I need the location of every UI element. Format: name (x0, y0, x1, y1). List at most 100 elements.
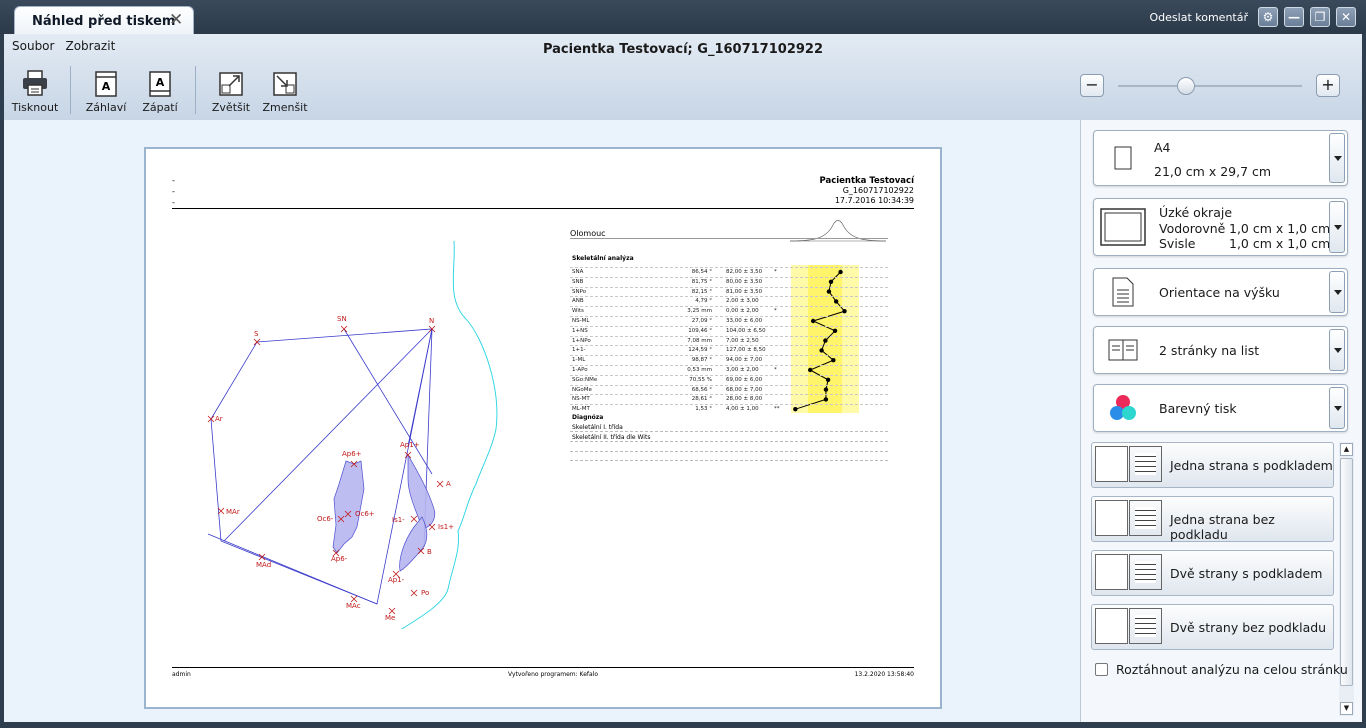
analysis-val: 0,53 mm (687, 367, 712, 373)
chevron-down-icon[interactable] (1329, 201, 1345, 253)
analysis-norm: 7,00 ± 2,50 (726, 337, 759, 344)
face-profile-icon (1095, 608, 1128, 644)
chevron-down-icon[interactable] (1329, 387, 1345, 429)
landmark-label: Is1- (392, 516, 405, 524)
tab-print-preview[interactable]: Náhled před tiskem ✕ (14, 6, 194, 35)
footer-label: Zápatí (142, 101, 178, 114)
analysis-name: NS-ML (572, 318, 590, 324)
analysis-row: 1+NS 109,46 ° 104,00 ± 6,50 (570, 325, 888, 336)
close-tab-icon[interactable]: ✕ (169, 10, 183, 30)
orientation-dropdown[interactable]: Orientace na výšku (1093, 268, 1348, 316)
header-button[interactable]: A Záhlaví (79, 68, 133, 114)
analysis-norm: 94,00 ± 7,00 (726, 357, 763, 364)
analysis-norm: 80,00 ± 3,50 (726, 278, 763, 285)
pages-per-sheet-dropdown[interactable]: 2 stránky na list (1093, 326, 1348, 374)
zoom-track[interactable] (1118, 85, 1302, 87)
chevron-down-icon[interactable] (1329, 133, 1345, 183)
diagnosis-item: Skeletální II. třída dle Wits (572, 434, 651, 441)
layout-option-button[interactable]: Dvě strany s podkladem (1091, 550, 1334, 596)
portrait-page-icon (1112, 277, 1134, 307)
landmark-label: Ap1+ (400, 441, 420, 449)
layout-label: Dvě strany bez podkladu (1170, 620, 1327, 635)
text-lines-icon (1129, 500, 1162, 536)
landmark-label: Oc6+ (355, 510, 375, 518)
analysis-name: 1-APo (572, 367, 588, 373)
scroll-up-icon[interactable]: ▲ (1340, 443, 1353, 456)
analysis-name: NGoMe (572, 386, 592, 393)
analysis-val: 68,56 ° (691, 386, 712, 393)
zoom-in-button[interactable]: + (1316, 74, 1340, 97)
shrink-button[interactable]: Zmenšit (258, 68, 312, 114)
cephalogram-drawing: S SN N Ar Ap6+ Ap1+ A Oc6- Oc6+ Is1- Is1+ MAr Ap6- B M… (207, 240, 498, 629)
analysis-name: SNB (572, 278, 584, 285)
preview-area: --- Pacientka Testovací G_160717102922 1… (4, 120, 1080, 722)
face-profile-icon (1095, 554, 1128, 590)
analysis-name: Wits (572, 308, 584, 315)
print-button[interactable]: Tisknout (8, 68, 62, 114)
analysis-flag: * (774, 308, 777, 315)
analysis-name: ML-MT (572, 406, 590, 413)
chevron-down-icon[interactable] (1329, 271, 1345, 313)
scroll-down-icon[interactable]: ▼ (1340, 702, 1353, 715)
analysis-row: 1+1- 124,59 ° 127,00 ± 8,50 (570, 345, 888, 355)
analysis-val: 109,46 ° (688, 327, 712, 334)
analysis-val: 1,53 ° (695, 406, 712, 413)
shrink-icon (273, 72, 297, 96)
analysis-val: 82,15 ° (691, 288, 712, 295)
landmark-label: Ar (215, 415, 223, 423)
analysis-flag: * (774, 367, 777, 373)
stretch-checkbox[interactable] (1095, 663, 1108, 676)
layout-option-button[interactable]: Dvě strany bez podkladu (1091, 604, 1334, 650)
analysis-row: SNPo 82,15 ° 81,00 ± 3,50 (570, 286, 888, 297)
layout-option-button[interactable]: Jedna strana bez podkladu (1091, 496, 1334, 542)
layout-option-button[interactable]: Jedna strana s podkladem (1091, 442, 1334, 488)
menu-soubor[interactable]: Soubor (12, 39, 54, 53)
analysis-row: SNA 86,54 ° 82,00 ± 3,50 * (570, 267, 888, 277)
analysis-norm: 104,00 ± 6,50 (726, 327, 766, 334)
analysis-val: 81,75 ° (691, 278, 712, 285)
layout-label: Jedna strana bez podkladu (1170, 512, 1275, 542)
analysis-row: Wits 3,25 mm 0,00 ± 2,00 * (570, 306, 888, 316)
paper-size-dropdown[interactable]: A4 21,0 cm x 29,7 cm (1093, 130, 1348, 186)
stretch-analysis-option[interactable]: Roztáhnout analýzu na celou stránku (1095, 662, 1348, 677)
margins-dropdown[interactable]: Úzké okraje Vodorovně 1,0 cm x 1,0 cm Sv… (1093, 198, 1348, 256)
page-icon (1114, 146, 1132, 170)
analysis-norm: 33,00 ± 6,00 (726, 318, 763, 324)
landmark-label: Ap6+ (342, 450, 362, 458)
menu-zobrazit[interactable]: Zobrazit (65, 39, 115, 53)
analysis-flag: ** (774, 406, 780, 413)
footer-button[interactable]: A Zápatí (133, 68, 187, 114)
print-settings-panel: A4 21,0 cm x 29,7 cm Úzké okraje Vodorov… (1080, 120, 1362, 722)
restore-icon[interactable]: ❐ (1310, 7, 1330, 27)
chevron-down-icon[interactable] (1329, 329, 1345, 371)
analysis-val: 70,55 % (689, 376, 712, 383)
scrollbar-thumb[interactable] (1340, 458, 1353, 686)
page-header-right: Pacientka Testovací G_160717102922 17.7.… (819, 176, 914, 206)
analysis-norm: 82,00 ± 3,50 (726, 269, 763, 275)
enlarge-button[interactable]: Zvětšit (204, 68, 258, 114)
landmark-marker (340, 325, 348, 333)
analysis-norm: 4,00 ± 1,00 (726, 406, 759, 413)
analysis-val: 4,79 ° (695, 298, 712, 305)
analysis-name: 1+NPo (572, 337, 591, 344)
analysis-norm: 28,00 ± 8,00 (726, 396, 763, 403)
close-window-icon[interactable]: ✕ (1336, 7, 1356, 27)
color-mode-dropdown[interactable]: Barevný tisk (1093, 384, 1348, 432)
analysis-norm: 69,00 ± 6,00 (726, 376, 763, 383)
analysis-val: 3,25 mm (687, 308, 712, 315)
landmark-marker (410, 515, 418, 523)
analysis-row: ML-MT 1,53 ° 4,00 ± 1,00 ** (570, 404, 888, 414)
landmark-label: Is1+ (438, 523, 454, 531)
zoom-out-button[interactable]: − (1080, 74, 1104, 97)
analysis-name: 1+1- (572, 347, 586, 354)
analysis-row: NS-MT 28,61 ° 28,00 ± 8,00 (570, 394, 888, 404)
send-comment-link[interactable]: Odeslat komentář (1150, 11, 1248, 24)
print-page: --- Pacientka Testovací G_160717102922 1… (144, 147, 942, 709)
normal-curve-icon (789, 220, 887, 242)
settings-gear-icon[interactable]: ⚙ (1258, 7, 1278, 27)
minimize-icon[interactable]: — (1284, 7, 1304, 27)
landmark-label: MAr (226, 508, 240, 516)
analysis-flag: * (774, 269, 777, 275)
zoom-slider-knob[interactable] (1177, 77, 1196, 95)
city-label: Olomouc (570, 229, 606, 238)
